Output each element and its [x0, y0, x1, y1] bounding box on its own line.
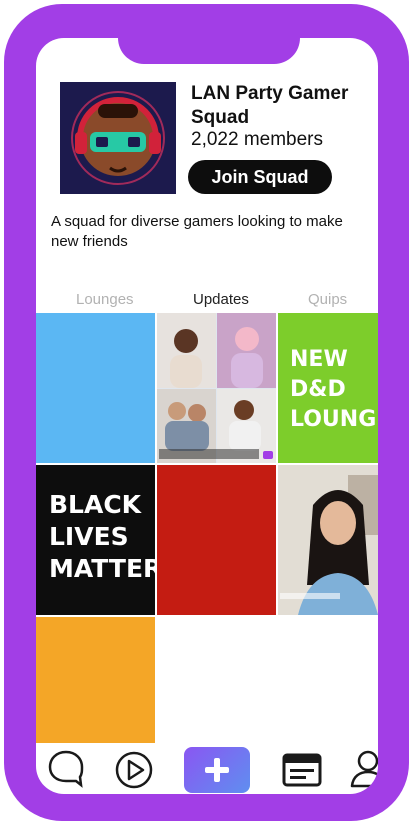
update-tile-dnd-lounge[interactable]: NEW D&D LOUNGE! [278, 313, 378, 463]
squad-description: A squad for diverse gamers looking to ma… [51, 213, 343, 250]
play-icon[interactable] [114, 750, 154, 790]
join-squad-button[interactable]: Join Squad [188, 160, 332, 194]
update-tile-blue[interactable] [36, 313, 155, 463]
blm-line-2: LIVES [49, 522, 129, 551]
chat-icon[interactable] [46, 748, 86, 788]
dnd-line-1: NEW [290, 347, 348, 372]
app-screen: LAN Party Gamer Squad 2,022 members Join… [36, 38, 378, 794]
update-tile-black-lives-matter[interactable]: BLACK LIVES MATTER [36, 465, 155, 615]
dnd-line-3: LOUNGE! [290, 407, 378, 432]
update-tile-orange[interactable] [36, 617, 155, 743]
update-tile-red[interactable] [157, 465, 276, 615]
update-tile-video-call[interactable] [157, 313, 276, 463]
squad-name: LAN Party Gamer Squad [191, 83, 349, 128]
feed-icon[interactable] [280, 750, 324, 790]
update-tile-video-message[interactable] [278, 465, 378, 615]
profile-icon[interactable] [348, 748, 378, 790]
phone-frame: LAN Party Gamer Squad 2,022 members Join… [4, 4, 409, 821]
squad-avatar [60, 82, 176, 194]
phone-notch [118, 38, 300, 64]
create-post-button[interactable] [184, 747, 250, 793]
blm-line-1: BLACK [49, 490, 142, 519]
tab-updates[interactable]: Updates [193, 291, 249, 308]
blm-line-3: MATTER [49, 554, 155, 583]
tab-lounges[interactable]: Lounges [76, 291, 134, 308]
plus-icon [205, 758, 229, 782]
member-count: 2,022 members [191, 129, 324, 150]
dnd-line-2: D&D [290, 377, 346, 402]
tab-quips[interactable]: Quips [308, 291, 347, 308]
